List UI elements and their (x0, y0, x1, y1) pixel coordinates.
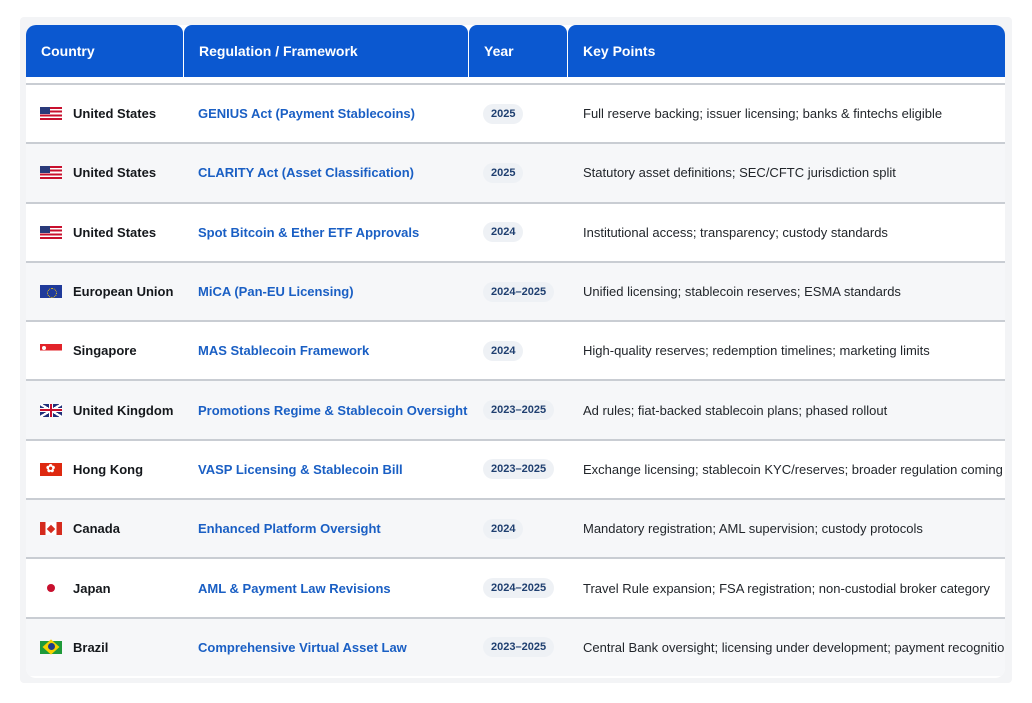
table-row: Canada Enhanced Platform Oversight 2024 … (26, 498, 1005, 558)
country-name: Hong Kong (73, 461, 144, 477)
regulation-link[interactable]: VASP Licensing & Stablecoin Bill (184, 462, 469, 477)
table-header: Country Regulation / Framework Year Key … (26, 25, 1005, 77)
us-flag-icon (40, 107, 62, 121)
hk-flag-icon (40, 461, 62, 477)
page-frame: Country Regulation / Framework Year Key … (20, 17, 1012, 683)
year-badge: 2024–2025 (483, 281, 555, 302)
table-body: United States GENIUS Act (Payment Stable… (26, 83, 1005, 676)
regulation-link[interactable]: Comprehensive Virtual Asset Law (184, 640, 469, 655)
table-row: Singapore MAS Stablecoin Framework 2024 … (26, 320, 1005, 379)
year-badge: 2025 (483, 103, 524, 124)
country-name: United Kingdom (73, 402, 174, 418)
country-cell: United States (26, 165, 184, 180)
table-row: Hong Kong VASP Licensing & Stablecoin Bi… (26, 438, 1005, 498)
br-flag-icon (40, 640, 62, 654)
year-badge: 2023–2025 (483, 459, 555, 480)
regulation-table: Country Regulation / Framework Year Key … (26, 25, 1005, 678)
country-name: Brazil (73, 639, 109, 655)
country-cell: Hong Kong (26, 461, 184, 477)
regulation-link[interactable]: Enhanced Platform Oversight (184, 521, 469, 536)
key-points: Full reserve backing; issuer licensing; … (583, 106, 943, 122)
country-name: Canada (73, 521, 120, 537)
regulation-link[interactable]: AML & Payment Law Revisions (184, 581, 469, 596)
us-flag-icon (40, 225, 62, 239)
sg-flag-icon (40, 344, 62, 358)
country-name: Japan (73, 580, 111, 596)
country-cell: United Kingdom (26, 403, 184, 418)
year-cell: 2024–2025 (469, 281, 568, 302)
key-points: Travel Rule expansion; FSA registration;… (583, 580, 991, 596)
year-badge: 2024 (483, 340, 524, 361)
regulation-link[interactable]: Spot Bitcoin & Ether ETF Approvals (184, 225, 469, 240)
country-cell: United States (26, 106, 184, 121)
table-row: Japan AML & Payment Law Revisions 2024–2… (26, 557, 1005, 616)
key-points: Central Bank oversight; licensing under … (583, 639, 1005, 655)
year-badge: 2023–2025 (483, 637, 555, 658)
year-badge: 2024–2025 (483, 578, 555, 599)
country-cell: Brazil (26, 640, 184, 655)
country-name: United States (73, 106, 157, 122)
key-points: Statutory asset definitions; SEC/CFTC ju… (583, 165, 896, 181)
year-cell: 2024–2025 (469, 578, 568, 599)
country-cell: Japan (26, 581, 184, 596)
year-badge: 2024 (483, 518, 524, 539)
regulation-link[interactable]: Promotions Regime & Stablecoin Oversight (184, 403, 469, 418)
header-key-points[interactable]: Key Points (568, 25, 1005, 77)
uk-flag-icon (40, 403, 62, 417)
year-cell: 2025 (469, 162, 568, 183)
country-cell: Canada (26, 521, 184, 536)
country-cell: European Union (26, 284, 184, 299)
key-points: Ad rules; fiat-backed stablecoin plans; … (583, 402, 888, 418)
year-cell: 2023–2025 (469, 459, 568, 480)
header-year[interactable]: Year (469, 25, 567, 77)
year-cell: 2024 (469, 222, 568, 243)
year-cell: 2023–2025 (469, 400, 568, 421)
table-row: United States Spot Bitcoin & Ether ETF A… (26, 201, 1005, 261)
key-points: Exchange licensing; stablecoin KYC/reser… (583, 461, 1003, 477)
regulation-link[interactable]: CLARITY Act (Asset Classification) (184, 165, 469, 180)
country-name: Singapore (73, 343, 137, 359)
country-cell: Singapore (26, 343, 184, 358)
regulation-link[interactable]: GENIUS Act (Payment Stablecoins) (184, 106, 469, 121)
key-points: Institutional access; transparency; cust… (583, 224, 888, 240)
eu-flag-icon (40, 285, 62, 299)
table-row: United Kingdom Promotions Regime & Stabl… (26, 379, 1005, 439)
key-points: High-quality reserves; redemption timeli… (583, 343, 930, 359)
header-regulation[interactable]: Regulation / Framework (184, 25, 468, 77)
us-flag-icon (40, 166, 62, 180)
ca-flag-icon (40, 522, 62, 536)
country-cell: United States (26, 225, 184, 240)
country-name: United States (73, 165, 157, 181)
header-country[interactable]: Country (26, 25, 183, 77)
table-row: United States GENIUS Act (Payment Stable… (26, 83, 1005, 142)
country-name: European Union (73, 284, 174, 300)
country-name: United States (73, 224, 157, 240)
jp-flag-icon (40, 582, 62, 595)
key-points: Mandatory registration; AML supervision;… (583, 521, 923, 537)
table-row: European Union MiCA (Pan-EU Licensing) 2… (26, 260, 1005, 321)
year-badge: 2023–2025 (483, 400, 555, 421)
year-badge: 2025 (483, 162, 524, 183)
regulation-link[interactable]: MiCA (Pan-EU Licensing) (184, 284, 469, 299)
year-cell: 2024 (469, 518, 568, 539)
year-cell: 2024 (469, 340, 568, 361)
key-points: Unified licensing; stablecoin reserves; … (583, 284, 901, 300)
year-cell: 2025 (469, 103, 568, 124)
year-badge: 2024 (483, 222, 524, 243)
regulation-link[interactable]: MAS Stablecoin Framework (184, 343, 469, 358)
year-cell: 2023–2025 (469, 637, 568, 658)
table-row: United States CLARITY Act (Asset Classif… (26, 142, 1005, 202)
table-row: Brazil Comprehensive Virtual Asset Law 2… (26, 616, 1005, 676)
